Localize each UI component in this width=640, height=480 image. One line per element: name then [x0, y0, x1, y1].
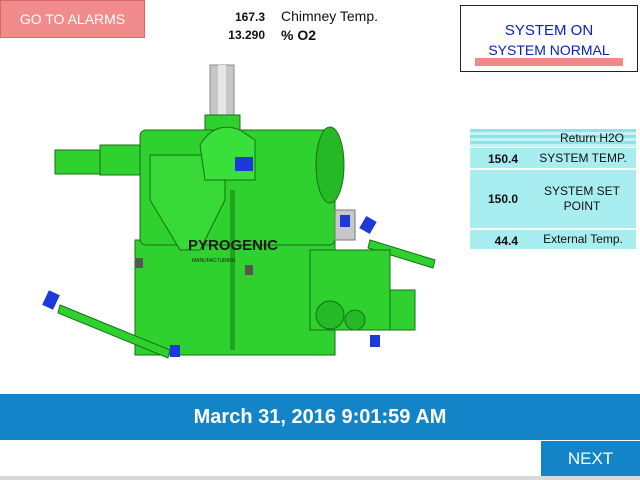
- status-indicator-bar: [475, 58, 623, 66]
- left-auger-motor: [42, 290, 60, 310]
- next-button[interactable]: NEXT: [541, 441, 640, 476]
- bottom-strip: [0, 476, 640, 480]
- system-temp-row: 150.4 SYSTEM TEMP.: [470, 148, 636, 168]
- system-on-text: SYSTEM ON: [504, 22, 594, 39]
- pyrogenic-tagline: MANUFACTURING: [192, 258, 236, 264]
- system-normal-text: SYSTEM NORMAL: [488, 42, 610, 58]
- set-point-value: 150.0: [487, 192, 518, 206]
- set-point-row: 150.0 SYSTEM SET POINT: [470, 170, 636, 228]
- system-status-panel: SYSTEM ON SYSTEM NORMAL: [460, 5, 638, 72]
- external-temp-value: 44.4: [494, 234, 518, 248]
- o2-label: % O2: [281, 27, 317, 43]
- datetime-banner: March 31, 2016 9:01:59 AM: [0, 394, 640, 440]
- pyrogenic-logo: PYROGENIC: [188, 237, 278, 254]
- chimney-temp-value: 167.3: [234, 10, 265, 24]
- system-temp-value: 150.4: [487, 152, 518, 166]
- set-point-label: SYSTEM SET POINT: [543, 184, 620, 213]
- go-to-alarms-button[interactable]: GO TO ALARMS: [0, 0, 145, 38]
- system-temp-label: SYSTEM TEMP.: [539, 151, 627, 165]
- return-h2o-label: Return H2O: [559, 131, 625, 145]
- external-temp-row: 44.4 External Temp.: [470, 230, 636, 249]
- return-h2o-row: Return H2O: [470, 129, 636, 147]
- right-auger-motor: [359, 215, 377, 235]
- blower-motor: [235, 157, 253, 171]
- external-temp-label: External Temp.: [543, 232, 623, 246]
- chimney-temp-label: Chimney Temp.: [281, 8, 379, 24]
- boiler-door: [315, 126, 345, 204]
- o2-value: 13.290: [228, 28, 265, 42]
- boiler-machine-illustration: PYROGENIC MANUFACTURING: [42, 64, 436, 359]
